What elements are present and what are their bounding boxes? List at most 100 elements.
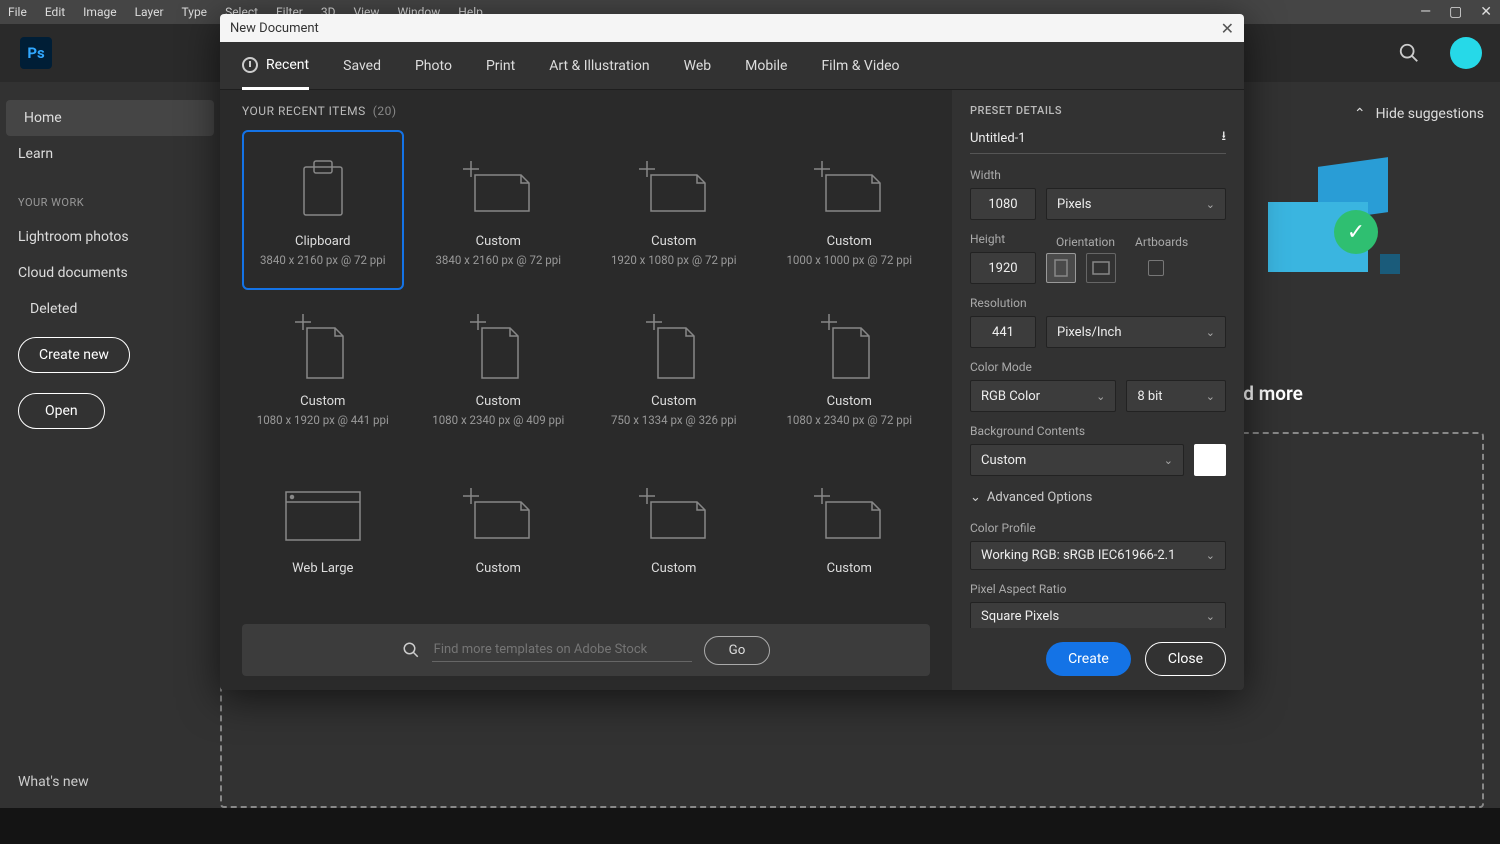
artboards-checkbox[interactable] bbox=[1148, 260, 1164, 276]
background-select[interactable]: Custom⌄ bbox=[970, 444, 1184, 476]
doc-land-icon bbox=[814, 154, 884, 224]
preset-card[interactable]: Custom1080 x 1920 px @ 441 ppi bbox=[242, 290, 404, 450]
preset-card[interactable]: Web Large bbox=[242, 450, 404, 610]
sidebar-item-cloud[interactable]: Cloud documents bbox=[0, 255, 220, 291]
search-icon bbox=[402, 641, 420, 659]
preset-card[interactable]: Custom bbox=[593, 450, 755, 610]
preset-card[interactable]: Clipboard3840 x 2160 px @ 72 ppi bbox=[242, 130, 404, 290]
maximize-icon[interactable]: ▢ bbox=[1449, 4, 1462, 20]
stock-go-button[interactable]: Go bbox=[704, 636, 771, 665]
tab-film[interactable]: Film & Video bbox=[821, 44, 899, 88]
avatar[interactable] bbox=[1450, 37, 1482, 69]
tab-photo[interactable]: Photo bbox=[415, 44, 452, 88]
bit-depth-select[interactable]: 8 bit⌄ bbox=[1126, 380, 1226, 412]
orientation-label: Orientation bbox=[1056, 235, 1115, 249]
orientation-portrait-button[interactable] bbox=[1046, 253, 1076, 283]
menu-image[interactable]: Image bbox=[83, 5, 116, 19]
tab-print[interactable]: Print bbox=[486, 44, 515, 88]
dialog-close-icon[interactable]: ✕ bbox=[1221, 19, 1234, 38]
menu-type[interactable]: Type bbox=[182, 5, 208, 19]
preset-name: Clipboard bbox=[295, 234, 351, 249]
preset-name: Custom bbox=[651, 561, 696, 576]
unit-select[interactable]: Pixels⌄ bbox=[1046, 188, 1226, 220]
preset-meta: 3840 x 2160 px @ 72 ppi bbox=[435, 253, 561, 267]
preset-card[interactable]: Custom 1000 x 1000 px @ 72 ppi bbox=[769, 130, 931, 290]
dialog-titlebar: New Document ✕ bbox=[220, 14, 1244, 42]
doc-land-icon bbox=[463, 154, 533, 224]
open-button[interactable]: Open bbox=[18, 393, 105, 429]
doc-port-icon bbox=[470, 314, 526, 384]
pixel-aspect-label: Pixel Aspect Ratio bbox=[970, 582, 1226, 596]
preset-name: Custom bbox=[476, 561, 521, 576]
doc-port-icon bbox=[821, 314, 877, 384]
app-footer bbox=[0, 808, 1500, 844]
recent-items-label: YOUR RECENT ITEMS bbox=[242, 104, 366, 118]
doc-port-icon bbox=[295, 314, 351, 384]
tab-web[interactable]: Web bbox=[684, 44, 712, 88]
sidebar-item-lightroom[interactable]: Lightroom photos bbox=[0, 219, 220, 255]
preset-card[interactable]: Custom bbox=[418, 450, 580, 610]
create-button[interactable]: Create bbox=[1046, 642, 1131, 676]
stock-search-input[interactable] bbox=[432, 638, 692, 662]
chevron-up-icon: ⌃ bbox=[1354, 106, 1366, 122]
height-label: Height bbox=[970, 232, 1036, 246]
preset-meta: 1080 x 2340 px @ 72 ppi bbox=[786, 413, 912, 427]
preset-card[interactable]: Custom 3840 x 2160 px @ 72 ppi bbox=[418, 130, 580, 290]
color-mode-select[interactable]: RGB Color⌄ bbox=[970, 380, 1116, 412]
doc-land-icon bbox=[639, 481, 709, 551]
preset-name-input[interactable]: Untitled-1 bbox=[970, 131, 1026, 146]
preset-card[interactable]: Custom1920 x 1080 px @ 72 ppi bbox=[593, 130, 755, 290]
preset-name: Custom bbox=[476, 234, 521, 249]
preset-meta: 1000 x 1000 px @ 72 ppi bbox=[786, 253, 912, 267]
preset-name: Custom bbox=[827, 234, 872, 249]
preset-meta: 1080 x 2340 px @ 409 ppi bbox=[432, 413, 564, 427]
preset-name: Custom bbox=[476, 394, 521, 409]
resolution-unit-select[interactable]: Pixels/Inch⌄ bbox=[1046, 316, 1226, 348]
tab-art[interactable]: Art & Illustration bbox=[549, 44, 649, 88]
tab-saved[interactable]: Saved bbox=[343, 44, 381, 88]
tab-recent[interactable]: Recent bbox=[242, 43, 309, 90]
preset-details-heading: PRESET DETAILS bbox=[970, 104, 1226, 117]
menu-layer[interactable]: Layer bbox=[135, 5, 164, 19]
color-profile-select[interactable]: Working RGB: sRGB IEC61966-2.1⌄ bbox=[970, 541, 1226, 570]
minimize-icon[interactable]: — bbox=[1420, 4, 1431, 20]
sidebar-item-home[interactable]: Home bbox=[6, 100, 214, 136]
advanced-options-toggle[interactable]: ⌄Advanced Options bbox=[970, 490, 1226, 505]
close-icon[interactable]: ✕ bbox=[1480, 4, 1492, 20]
sidebar: Home Learn YOUR WORK Lightroom photos Cl… bbox=[0, 82, 220, 808]
create-new-button[interactable]: Create new bbox=[18, 337, 130, 373]
new-document-dialog: New Document ✕ Recent Saved Photo Print … bbox=[220, 14, 1244, 690]
preset-name: Custom bbox=[827, 561, 872, 576]
background-swatch[interactable] bbox=[1194, 444, 1226, 476]
width-input[interactable] bbox=[970, 188, 1036, 220]
preset-meta: 750 x 1334 px @ 326 ppi bbox=[611, 413, 737, 427]
orientation-landscape-button[interactable] bbox=[1086, 253, 1116, 283]
doc-land-icon bbox=[814, 481, 884, 551]
height-input[interactable] bbox=[970, 252, 1036, 284]
search-icon[interactable] bbox=[1398, 42, 1420, 64]
color-mode-label: Color Mode bbox=[970, 360, 1226, 374]
resolution-label: Resolution bbox=[970, 296, 1226, 310]
hero-illustration: ✓ bbox=[1238, 162, 1398, 282]
pixel-aspect-select[interactable]: Square Pixels⌄ bbox=[970, 602, 1226, 628]
resolution-input[interactable] bbox=[970, 316, 1036, 348]
save-preset-icon[interactable]: ⭳ bbox=[1221, 127, 1226, 149]
menu-edit[interactable]: Edit bbox=[45, 5, 65, 19]
preset-card[interactable]: Custom1080 x 2340 px @ 72 ppi bbox=[769, 290, 931, 450]
ps-logo-icon: Ps bbox=[20, 37, 52, 69]
whats-new-link[interactable]: What's new bbox=[0, 756, 220, 808]
menu-file[interactable]: File bbox=[8, 5, 27, 19]
stock-search-bar: Go bbox=[242, 624, 930, 676]
preset-card[interactable]: Custom 1080 x 2340 px @ 409 ppi bbox=[418, 290, 580, 450]
preset-card[interactable]: Custom750 x 1334 px @ 326 ppi bbox=[593, 290, 755, 450]
sidebar-item-learn[interactable]: Learn bbox=[0, 136, 220, 172]
preset-card[interactable]: Custom bbox=[769, 450, 931, 610]
close-button[interactable]: Close bbox=[1145, 642, 1226, 676]
preset-name: Custom bbox=[651, 234, 696, 249]
dialog-footer: Create Close bbox=[952, 628, 1244, 690]
doc-land-icon bbox=[639, 154, 709, 224]
tab-mobile[interactable]: Mobile bbox=[745, 44, 787, 88]
hide-suggestions-button[interactable]: ⌃ Hide suggestions bbox=[1354, 106, 1484, 122]
dialog-tabs: Recent Saved Photo Print Art & Illustrat… bbox=[220, 42, 1244, 90]
sidebar-item-deleted[interactable]: Deleted bbox=[0, 291, 220, 327]
